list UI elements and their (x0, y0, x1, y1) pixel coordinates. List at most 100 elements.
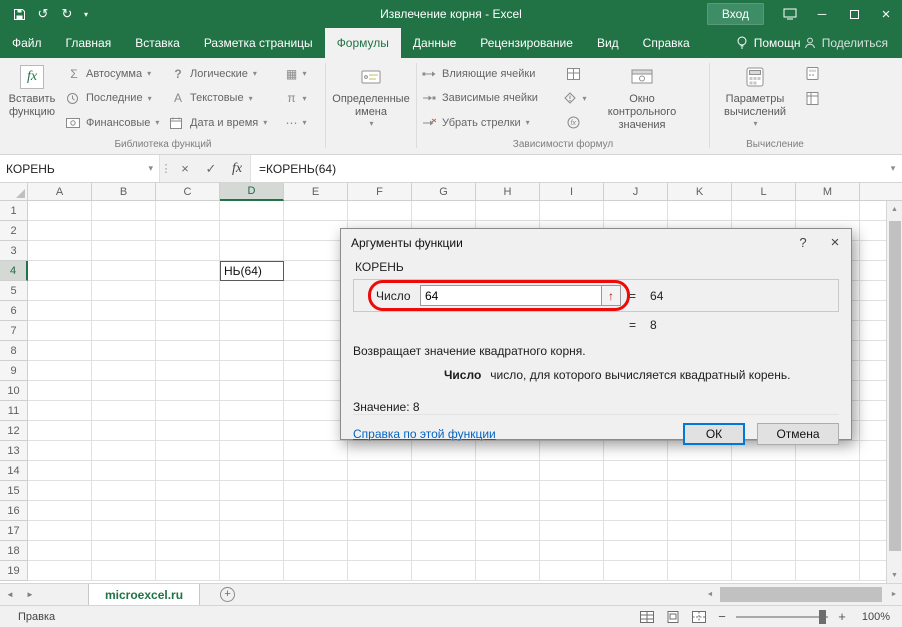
zoom-level[interactable]: 100% (856, 611, 890, 623)
cell-L1[interactable] (732, 201, 796, 221)
column-header-I[interactable]: I (540, 183, 604, 201)
row-header-5[interactable]: 5 (0, 281, 28, 301)
sheet-nav-left-icon[interactable]: ◄ (0, 584, 20, 605)
cell-M14[interactable] (796, 461, 860, 481)
horizontal-scroll-thumb[interactable] (720, 587, 882, 602)
calculation-options-button[interactable]: Параметры вычислений ▾ (711, 59, 799, 138)
save-icon[interactable] (8, 3, 30, 25)
cell-K16[interactable] (668, 501, 732, 521)
cell-A2[interactable] (28, 221, 92, 241)
scroll-left-icon[interactable]: ◄ (702, 591, 718, 598)
autosum-button[interactable]: Σ Автосумма ▾ (66, 63, 162, 84)
cell-D4[interactable]: НЬ(64) (220, 261, 284, 281)
cell-I18[interactable] (540, 541, 604, 561)
cell-E18[interactable] (284, 541, 348, 561)
text-functions-button[interactable]: А Текстовые ▾ (170, 88, 274, 109)
column-header-D[interactable]: D (220, 183, 284, 201)
row-header-7[interactable]: 7 (0, 321, 28, 341)
cell-A8[interactable] (28, 341, 92, 361)
calculate-sheet-button[interactable] (803, 88, 825, 109)
cell-E17[interactable] (284, 521, 348, 541)
cell-I17[interactable] (540, 521, 604, 541)
cell-A11[interactable] (28, 401, 92, 421)
cell-L16[interactable] (732, 501, 796, 521)
cancel-entry-button[interactable]: × (172, 155, 198, 182)
cell-E9[interactable] (284, 361, 348, 381)
cell-D1[interactable] (220, 201, 284, 221)
cell-D17[interactable] (220, 521, 284, 541)
tab-formulas[interactable]: Формулы (324, 28, 401, 58)
cell-D16[interactable] (220, 501, 284, 521)
cell-G17[interactable] (412, 521, 476, 541)
cell-B1[interactable] (92, 201, 156, 221)
cell-G1[interactable] (412, 201, 476, 221)
cell-H18[interactable] (476, 541, 540, 561)
cell-G18[interactable] (412, 541, 476, 561)
cell-I19[interactable] (540, 561, 604, 581)
vertical-scroll-thumb[interactable] (888, 221, 901, 551)
cell-C12[interactable] (156, 421, 220, 441)
cell-E19[interactable] (284, 561, 348, 581)
cell-I16[interactable] (540, 501, 604, 521)
cell-G15[interactable] (412, 481, 476, 501)
cell-E15[interactable] (284, 481, 348, 501)
financial-button[interactable]: Финансовые ▾ (66, 112, 162, 133)
zoom-slider[interactable] (736, 609, 828, 624)
cell-E16[interactable] (284, 501, 348, 521)
cell-L14[interactable] (732, 461, 796, 481)
cell-B12[interactable] (92, 421, 156, 441)
cell-C9[interactable] (156, 361, 220, 381)
cell-I15[interactable] (540, 481, 604, 501)
cell-C14[interactable] (156, 461, 220, 481)
row-header-19[interactable]: 19 (0, 561, 28, 581)
lookup-reference-button[interactable]: ▦ ▾ (282, 63, 308, 84)
close-button[interactable]: × (870, 0, 902, 28)
cell-F15[interactable] (348, 481, 412, 501)
zoom-out-button[interactable]: − (716, 609, 728, 624)
cell-C16[interactable] (156, 501, 220, 521)
cell-D8[interactable] (220, 341, 284, 361)
cell-E14[interactable] (284, 461, 348, 481)
cell-A18[interactable] (28, 541, 92, 561)
cell-J15[interactable] (604, 481, 668, 501)
cell-D7[interactable] (220, 321, 284, 341)
remove-arrows-button[interactable]: Убрать стрелки ▾ (422, 112, 556, 133)
tab-help[interactable]: Справка (631, 28, 702, 58)
insert-function-button[interactable]: fx Вставить функцию (2, 59, 62, 138)
watch-window-button[interactable]: Окно контрольного значения (590, 59, 694, 138)
cell-E13[interactable] (284, 441, 348, 461)
cell-A15[interactable] (28, 481, 92, 501)
cell-C13[interactable] (156, 441, 220, 461)
cell-M17[interactable] (796, 521, 860, 541)
cell-A3[interactable] (28, 241, 92, 261)
defined-names-button[interactable]: Определенные имена ▾ (328, 59, 414, 138)
tab-view[interactable]: Вид (585, 28, 631, 58)
horizontal-scrollbar[interactable]: ◄ ► (702, 584, 902, 605)
cell-C19[interactable] (156, 561, 220, 581)
cell-B5[interactable] (92, 281, 156, 301)
cell-B11[interactable] (92, 401, 156, 421)
cancel-button[interactable]: Отмена (757, 423, 839, 445)
row-header-15[interactable]: 15 (0, 481, 28, 501)
page-break-view-button[interactable] (690, 609, 708, 625)
cell-L19[interactable] (732, 561, 796, 581)
row-header-1[interactable]: 1 (0, 201, 28, 221)
cell-C8[interactable] (156, 341, 220, 361)
cell-H1[interactable] (476, 201, 540, 221)
tab-home[interactable]: Главная (54, 28, 124, 58)
column-header-A[interactable]: A (28, 183, 92, 201)
name-box-caret-icon[interactable]: ▾ (148, 163, 153, 174)
calculate-now-button[interactable] (803, 63, 825, 84)
cell-B17[interactable] (92, 521, 156, 541)
row-header-10[interactable]: 10 (0, 381, 28, 401)
column-header-L[interactable]: L (732, 183, 796, 201)
cell-E5[interactable] (284, 281, 348, 301)
cell-E6[interactable] (284, 301, 348, 321)
cell-B3[interactable] (92, 241, 156, 261)
cell-E4[interactable] (284, 261, 348, 281)
cell-E7[interactable] (284, 321, 348, 341)
error-checking-button[interactable]: ▾ (563, 88, 587, 109)
ok-button[interactable]: ОК (683, 423, 745, 445)
cell-A16[interactable] (28, 501, 92, 521)
row-header-17[interactable]: 17 (0, 521, 28, 541)
